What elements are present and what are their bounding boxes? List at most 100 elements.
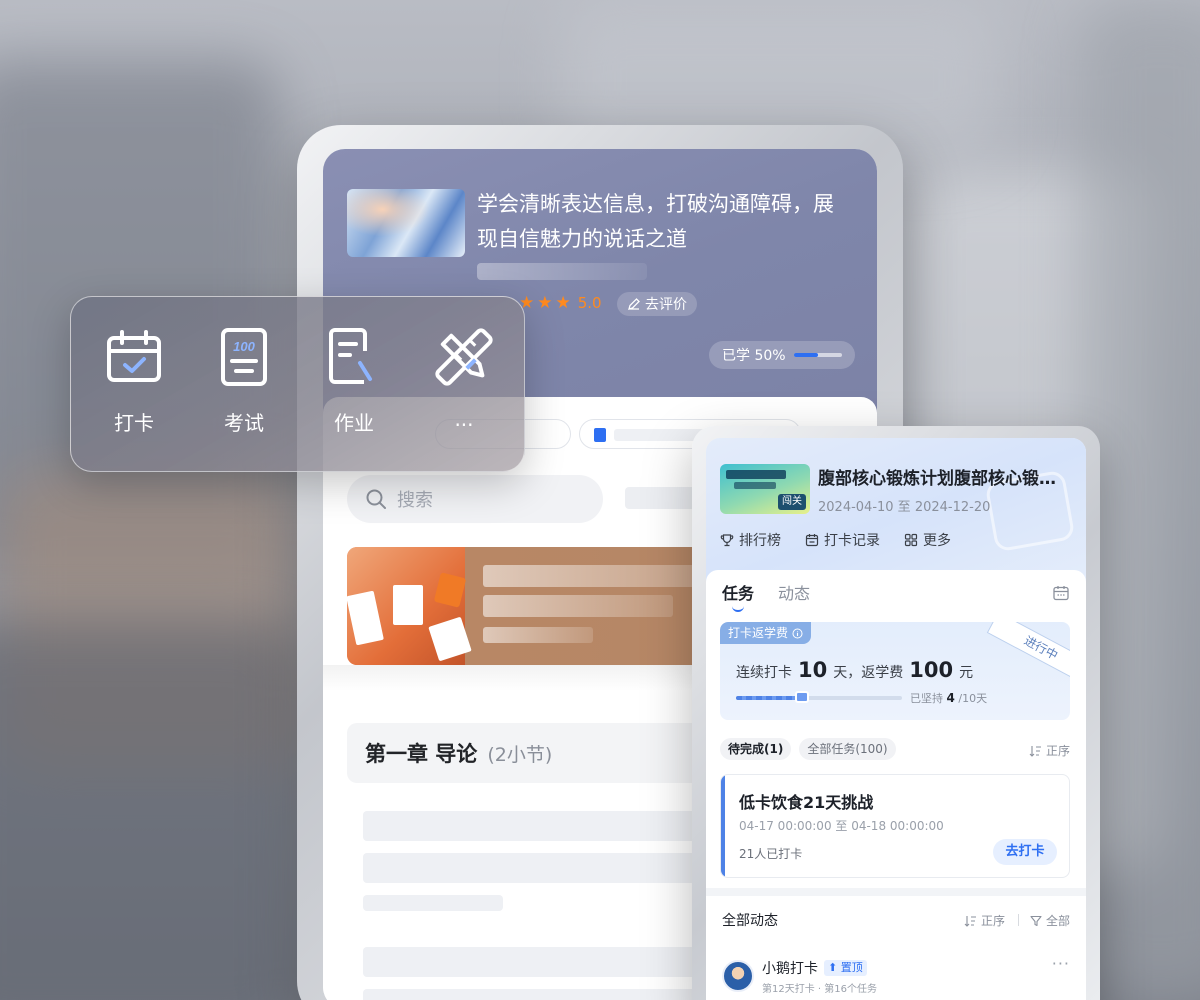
feed-sort-label: 正序 bbox=[981, 914, 1006, 928]
review-label: 去评价 bbox=[645, 297, 687, 313]
filter-all[interactable]: 全部任务(100) bbox=[799, 738, 896, 760]
exam-icon: 100 bbox=[221, 328, 267, 386]
feed-filter[interactable]: 全部 bbox=[1030, 912, 1070, 929]
records-link[interactable]: 打卡记录 bbox=[805, 530, 880, 550]
course-title: 学会清晰表达信息，打破沟通障碍，展现自信魅力的说话之道 bbox=[477, 192, 834, 251]
pinned-badge: ⬆ 置顶 bbox=[824, 960, 867, 976]
calendar-icon[interactable] bbox=[1052, 584, 1070, 602]
more-label: 更多 bbox=[923, 533, 951, 549]
task-item[interactable]: 低卡饮食21天挑战 04-17 00:00:00 至 04-18 00:00:0… bbox=[720, 774, 1070, 878]
more-options-icon[interactable]: ··· bbox=[1052, 954, 1070, 973]
action-panel: 打卡 100 考试 作业 ... bbox=[70, 296, 525, 472]
camp-thumbnail: 闯关 bbox=[720, 464, 810, 514]
document-icon bbox=[594, 428, 606, 442]
refund-days-unit: 天，返学费 bbox=[833, 665, 904, 681]
grid-icon bbox=[904, 533, 918, 547]
course-rating: ★ ★ ★ 5.0 bbox=[519, 294, 602, 312]
refund-tag: 打卡返学费 bbox=[720, 622, 812, 644]
action-exam[interactable]: 100 考试 bbox=[189, 327, 299, 436]
action-label: ... bbox=[454, 407, 474, 431]
action-label: 打卡 bbox=[114, 411, 154, 435]
sort-icon bbox=[964, 915, 976, 927]
banner-text-placeholder bbox=[483, 595, 673, 617]
poster-name: 小鹅打卡 bbox=[762, 961, 818, 977]
learned-progress: 已学 50% bbox=[709, 341, 855, 369]
action-homework[interactable]: 作业 bbox=[299, 327, 409, 436]
kept-suffix: /10天 bbox=[958, 692, 988, 705]
course-subtitle-placeholder bbox=[477, 263, 647, 280]
ranking-label: 排行榜 bbox=[739, 533, 781, 549]
star-icon: ★ bbox=[555, 292, 571, 313]
phone-device: 闯关 腹部核心锻炼计划腹部核心锻炼计划 2024-04-10 至 2024-12… bbox=[692, 426, 1100, 1000]
refund-amount: 100 bbox=[909, 658, 954, 682]
poster-meta: 第12天打卡 · 第16个任务 bbox=[762, 984, 877, 995]
svg-text:100: 100 bbox=[233, 339, 255, 354]
action-checkin[interactable]: 打卡 bbox=[79, 327, 189, 436]
filter-pending[interactable]: 待完成(1) bbox=[720, 738, 792, 760]
info-icon[interactable] bbox=[792, 628, 803, 639]
records-label: 打卡记录 bbox=[824, 533, 880, 549]
task-sort[interactable]: 正序 bbox=[1029, 742, 1070, 759]
feed-sort[interactable]: 正序 bbox=[964, 912, 1005, 929]
refund-tag-label: 打卡返学费 bbox=[728, 626, 789, 640]
sort-icon bbox=[1029, 745, 1041, 757]
refund-card: 打卡返学费 进行中 连续打卡 10 天，返学费 100 元 已坚持 4 /10天 bbox=[720, 622, 1070, 720]
checkin-button[interactable]: 去打卡 bbox=[993, 839, 1057, 865]
refund-rule: 连续打卡 10 天，返学费 100 元 bbox=[736, 658, 973, 682]
more-link[interactable]: 更多 bbox=[904, 530, 951, 550]
rating-score: 5.0 bbox=[577, 294, 602, 312]
tab-tasks[interactable]: 任务 bbox=[722, 580, 754, 612]
banner-image bbox=[347, 547, 472, 665]
pinned-label: 置顶 bbox=[840, 961, 863, 974]
camp-thumb-tag: 闯关 bbox=[778, 494, 806, 510]
action-label: 考试 bbox=[224, 411, 264, 435]
task-filters: 待完成(1) 全部任务(100) bbox=[720, 738, 896, 760]
task-time: 04-17 00:00:00 至 04-18 00:00:00 bbox=[739, 819, 944, 833]
calendar-check-icon bbox=[107, 330, 161, 382]
star-icon: ★ bbox=[537, 292, 553, 313]
tasks-panel: 任务 动态 打卡返学费 进行中 连续打卡 10 天，返学费 100 元 已坚持 … bbox=[706, 570, 1086, 888]
review-button[interactable]: 去评价 bbox=[617, 292, 697, 316]
tab-feed[interactable]: 动态 bbox=[778, 580, 810, 604]
banner-text-placeholder bbox=[483, 627, 593, 643]
refund-amount-unit: 元 bbox=[959, 665, 974, 681]
task-count: 21人已打卡 bbox=[739, 847, 803, 861]
learned-label: 已学 50% bbox=[722, 348, 786, 364]
lesson-placeholder bbox=[363, 895, 503, 911]
learned-progress-bar bbox=[793, 353, 842, 357]
calendar-icon bbox=[805, 534, 819, 547]
pencil-icon bbox=[628, 298, 640, 310]
status-ribbon: 进行中 bbox=[986, 622, 1070, 685]
chapter-header[interactable]: 第一章 导论 (2小节) bbox=[347, 723, 747, 783]
phone-screen: 闯关 腹部核心锻炼计划腹部核心锻炼计划 2024-04-10 至 2024-12… bbox=[706, 438, 1086, 1000]
task-title: 低卡饮食21天挑战 bbox=[739, 793, 874, 812]
camp-quick-links: 排行榜 打卡记录 更多 bbox=[720, 530, 951, 550]
learned-progress-fill bbox=[793, 353, 818, 357]
feed-poster: 小鹅打卡 ⬆ 置顶 bbox=[762, 958, 867, 978]
camp-tabs: 任务 动态 bbox=[722, 580, 810, 612]
filter-icon bbox=[1030, 915, 1042, 926]
ranking-link[interactable]: 排行榜 bbox=[720, 530, 781, 550]
camp-date-range: 2024-04-10 至 2024-12-20 bbox=[818, 500, 991, 515]
course-thumbnail bbox=[347, 189, 465, 257]
refund-progress-marker bbox=[795, 691, 810, 703]
action-label: 作业 bbox=[334, 411, 374, 435]
feed-filter-label: 全部 bbox=[1045, 914, 1070, 928]
refund-progress-fill bbox=[736, 696, 803, 700]
kept-prefix: 已坚持 bbox=[910, 692, 943, 705]
tools-icon bbox=[435, 328, 493, 386]
search-placeholder: 搜索 bbox=[397, 490, 433, 511]
kept-days: 4 bbox=[946, 691, 955, 705]
camp-title: 腹部核心锻炼计划腹部核心锻炼计划 bbox=[818, 469, 1068, 489]
search-input[interactable]: 搜索 bbox=[347, 475, 603, 523]
trophy-icon bbox=[720, 534, 734, 547]
feed-title: 全部动态 bbox=[722, 913, 778, 929]
action-more[interactable]: ... bbox=[409, 327, 519, 431]
refund-prefix: 连续打卡 bbox=[736, 665, 792, 681]
avatar[interactable] bbox=[722, 960, 754, 992]
search-icon bbox=[366, 489, 386, 509]
homework-icon bbox=[329, 328, 372, 384]
refund-days: 10 bbox=[798, 658, 828, 682]
chapter-title: 第一章 导论 bbox=[365, 742, 478, 766]
feed-panel: 全部动态 正序 全部 小鹅打卡 ⬆ 置顶 第12天打卡 · 第16个任务 ··· bbox=[706, 896, 1086, 1000]
